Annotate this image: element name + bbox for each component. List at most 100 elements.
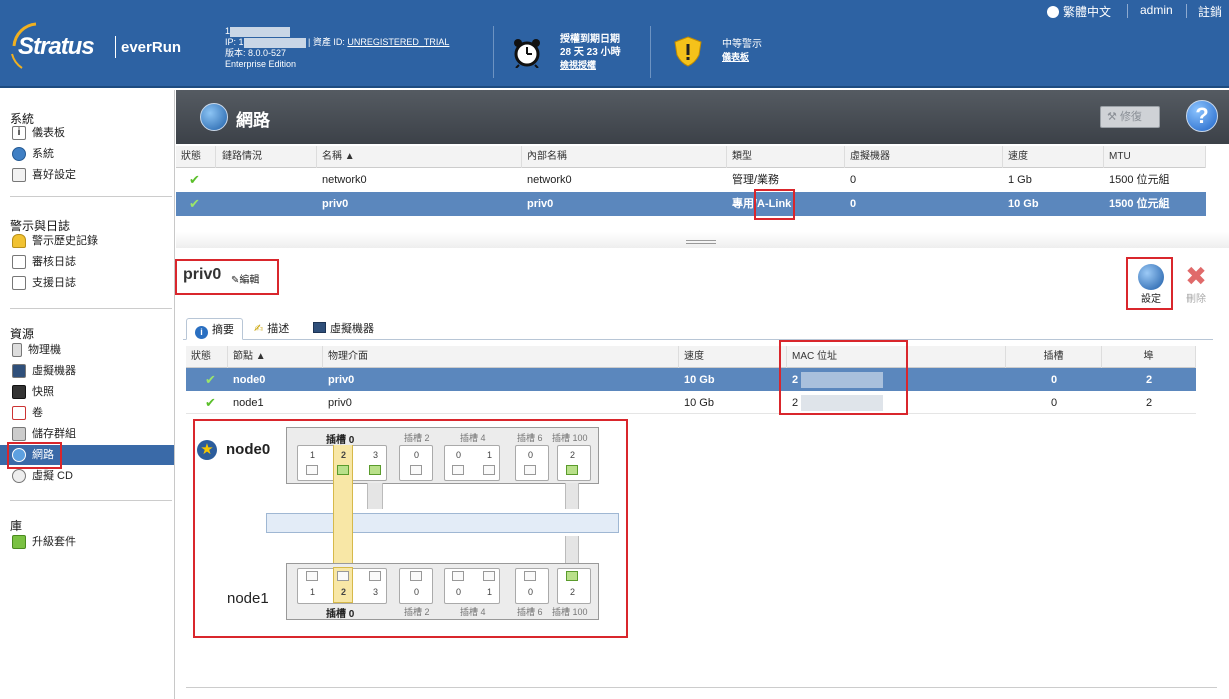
- sidebar-item-physical-machines[interactable]: 物理機: [10, 340, 174, 360]
- sidebar-item-label: 審核日誌: [32, 256, 76, 268]
- repair-label: 修復: [1119, 111, 1142, 123]
- pane-splitter[interactable]: [176, 232, 1229, 248]
- ethernet-port-icon: [483, 571, 495, 581]
- slot-label-0: 插槽 0: [326, 435, 355, 446]
- col-status[interactable]: 狀態: [176, 146, 216, 168]
- tab-summary[interactable]: i 摘要: [186, 318, 243, 340]
- sidebar-item-label: 警示歷史記錄: [32, 235, 98, 247]
- sidebar-item-virtual-machines[interactable]: 虛擬機器: [10, 361, 174, 381]
- col-speed[interactable]: 速度: [1003, 146, 1104, 168]
- highlight-alink: [754, 189, 795, 220]
- license-days: 28 天 23 小時: [560, 47, 621, 58]
- speed: 10 Gb: [684, 374, 715, 386]
- header-divider: [650, 26, 651, 78]
- col-vms[interactable]: 虛擬機器: [845, 146, 1003, 168]
- sidebar-item-preferences[interactable]: 喜好設定: [10, 165, 174, 185]
- help-icon[interactable]: ?: [1186, 100, 1218, 132]
- col-node[interactable]: 節點 ▲: [228, 346, 323, 368]
- sidebar-item-dashboard[interactable]: i 儀表板: [10, 123, 174, 143]
- network-table-header: 狀態 鏈路情況 名稱 ▲ 內部名稱 類型 虛擬機器 速度 MTU: [176, 146, 1206, 168]
- view-license-link[interactable]: 檢視授權: [560, 59, 621, 72]
- language-selector[interactable]: 繁體中文: [1047, 3, 1111, 20]
- dashboard-link[interactable]: 儀表板: [722, 51, 762, 64]
- tab-label: 虛擬機器: [330, 323, 374, 335]
- bell-icon: [12, 234, 26, 249]
- sidebar-item-alert-history[interactable]: 警示歷史記錄: [10, 231, 174, 251]
- sidebar-divider: [10, 196, 172, 197]
- physical-interface: priv0: [328, 397, 352, 409]
- edition-text: Enterprise Edition: [225, 59, 297, 69]
- speed: 1 Gb: [1008, 174, 1032, 186]
- sidebar-item-system[interactable]: 系統: [10, 144, 174, 164]
- port: 2: [1145, 397, 1153, 409]
- repair-button[interactable]: ⚒ 修復: [1100, 106, 1160, 128]
- port-number: 0: [528, 587, 534, 597]
- table-row[interactable]: ✔ network0 network0 管理/業務 0 1 Gb 1500 位元…: [176, 168, 1206, 192]
- col-link[interactable]: 鏈路情況: [217, 146, 317, 168]
- sidebar-item-virtual-cd[interactable]: 虛擬 CD: [10, 466, 174, 486]
- col-status[interactable]: 狀態: [186, 346, 228, 368]
- network-name: network0: [322, 174, 367, 186]
- highlight-detail-title: [175, 259, 279, 295]
- tab-vms[interactable]: 虛擬機器: [305, 318, 382, 340]
- calendar-icon: [12, 255, 26, 270]
- sidebar-item-storage-groups[interactable]: 儲存群組: [10, 424, 174, 444]
- mtu: 1500 位元組: [1109, 174, 1170, 186]
- alert-info: 中等警示 儀表板: [722, 38, 762, 64]
- port-number: 3: [373, 450, 379, 460]
- col-slot[interactable]: 插槽: [1006, 346, 1102, 368]
- table-row-selected[interactable]: ✔ node0 priv0 10 Gb 2 0 2: [186, 368, 1196, 391]
- delete-button[interactable]: ✖ 刪除: [1180, 262, 1212, 305]
- sidebar-item-support-log[interactable]: 支援日誌: [10, 273, 174, 293]
- cable-stub: [367, 483, 383, 509]
- col-type[interactable]: 類型: [727, 146, 845, 168]
- sidebar-item-label: 支援日誌: [32, 277, 76, 289]
- ethernet-port-icon: [452, 465, 464, 475]
- tab-label: 摘要: [212, 324, 234, 336]
- sidebar-item-label: 快照: [32, 386, 54, 398]
- col-name[interactable]: 名稱 ▲: [317, 146, 522, 168]
- ethernet-port-icon: [524, 571, 536, 581]
- redacted-name: [230, 26, 291, 37]
- col-mtu[interactable]: MTU: [1104, 146, 1206, 168]
- table-row[interactable]: ✔ node1 priv0 10 Gb 2 0 2: [186, 391, 1196, 414]
- globe-icon: [1047, 6, 1059, 18]
- splitter-grip-icon: [686, 240, 716, 244]
- vm-icon: [12, 364, 26, 379]
- col-port[interactable]: 埠: [1102, 346, 1196, 368]
- version-text: 版本: 8.0.0-527: [225, 48, 287, 58]
- user-menu[interactable]: admin: [1140, 3, 1173, 17]
- sidebar-item-volumes[interactable]: 卷: [10, 403, 174, 423]
- camera-icon: [12, 385, 26, 400]
- ethernet-port-icon: [483, 465, 495, 475]
- col-internal-name[interactable]: 內部名稱: [522, 146, 727, 168]
- sidebar-item-upgrade-kits[interactable]: 升級套件: [10, 532, 174, 552]
- ethernet-port-active-icon: [337, 465, 349, 475]
- port-number: 0: [456, 450, 462, 460]
- volume-icon: [12, 406, 26, 421]
- sidebar-item-label: 儀表板: [32, 127, 65, 139]
- page-title-bar: 網路 ⚒ 修復 ?: [176, 90, 1229, 144]
- speed: 10 Gb: [684, 397, 714, 409]
- col-speed[interactable]: 速度: [679, 346, 787, 368]
- tab-label: 描述: [267, 323, 290, 335]
- cable-stub: [565, 483, 579, 509]
- port-number: 2: [570, 587, 576, 597]
- sidebar-item-snapshots[interactable]: 快照: [10, 382, 174, 402]
- slot-label-6: 插槽 6: [517, 607, 543, 617]
- license-info: 授權到期日期 28 天 23 小時 檢視授權: [560, 33, 621, 72]
- col-interface[interactable]: 物理介面: [323, 346, 679, 368]
- redacted-ip: [243, 37, 306, 48]
- header-divider: [493, 26, 494, 78]
- sidebar-item-audit-log[interactable]: 審核日誌: [10, 252, 174, 272]
- sidebar: 系統 i 儀表板 系統 喜好設定 警示與日誌 警示歷史記錄 審核日誌 支援日誌 資…: [0, 90, 175, 699]
- primary-star-icon: ★: [197, 440, 217, 460]
- port-number: 2: [341, 587, 347, 597]
- tab-description[interactable]: ✍ 描述: [246, 318, 297, 340]
- ethernet-port-icon: [337, 571, 349, 581]
- port-number: 0: [528, 450, 534, 460]
- logout-link[interactable]: 註銷: [1198, 3, 1222, 20]
- port-number: 0: [456, 587, 462, 597]
- table-row-selected[interactable]: ✔ priv0 priv0 專用/A-Link 0 10 Gb 1500 位元組: [176, 192, 1206, 216]
- asset-id-link[interactable]: UNREGISTERED_TRIAL: [347, 37, 449, 47]
